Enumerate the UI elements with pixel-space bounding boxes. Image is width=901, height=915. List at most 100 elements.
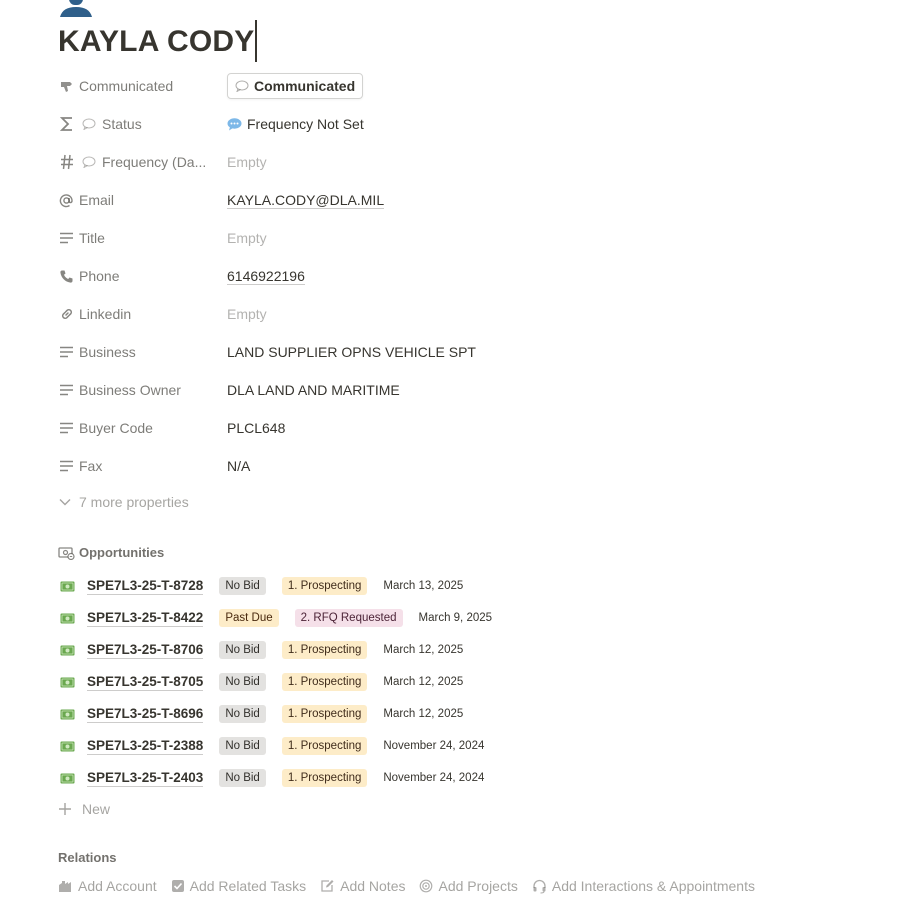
opportunities-heading[interactable]: Opportunities bbox=[58, 545, 164, 560]
headset-icon bbox=[532, 879, 547, 894]
property-name[interactable]: Email bbox=[58, 192, 227, 209]
property-name[interactable]: Phone bbox=[58, 268, 227, 285]
page-title[interactable]: KAYLA CODY bbox=[58, 20, 257, 62]
add-account-label: Add Account bbox=[78, 878, 157, 894]
opportunity-row: SPE7L3-25-T-2388 No Bid 1. Prospecting Nove… bbox=[60, 734, 484, 758]
opportunity-date: November 24, 2024 bbox=[383, 772, 485, 784]
property-value[interactable]: 6146922196 bbox=[227, 268, 305, 285]
property-name[interactable]: Title bbox=[58, 230, 227, 247]
opportunity-date: March 12, 2025 bbox=[383, 644, 464, 656]
stage-tag: 1. Prospecting bbox=[281, 737, 368, 755]
property-communicated: Communicated Communicated bbox=[58, 71, 858, 101]
bid-status-tag: No Bid bbox=[219, 641, 266, 659]
property-value[interactable]: DLA LAND AND MARITIME bbox=[227, 382, 400, 398]
opportunity-row: SPE7L3-25-T-8422 Past Due 2. RFQ Requested… bbox=[60, 606, 492, 630]
property-value[interactable]: N/A bbox=[227, 458, 250, 474]
property-label: Frequency (Da... bbox=[102, 154, 207, 170]
property-name[interactable]: Frequency (Da... bbox=[58, 154, 227, 171]
property-name[interactable]: Fax bbox=[58, 458, 227, 475]
business-owner-value: DLA LAND AND MARITIME bbox=[227, 382, 400, 398]
add-related-tasks-button[interactable]: Add Related Tasks bbox=[171, 878, 306, 894]
stage-tag: 1. Prospecting bbox=[281, 673, 368, 691]
communicated-button[interactable]: Communicated bbox=[227, 73, 364, 99]
number-hash-icon bbox=[58, 154, 75, 171]
empty-value: Empty bbox=[227, 154, 267, 170]
add-related-tasks-label: Add Related Tasks bbox=[189, 878, 307, 894]
money-relation-icon bbox=[58, 546, 75, 560]
property-value[interactable]: Empty bbox=[227, 230, 267, 246]
property-name[interactable]: Status bbox=[58, 116, 227, 133]
add-interactions-button[interactable]: Add Interactions & Appointments bbox=[532, 878, 755, 894]
plus-icon bbox=[58, 802, 72, 816]
comment-bubble-icon bbox=[81, 116, 97, 132]
opportunity-name-link[interactable]: SPE7L3-25-T-2388 bbox=[87, 738, 204, 755]
opportunity-date: March 13, 2025 bbox=[383, 580, 464, 592]
opportunity-row: SPE7L3-25-T-8696 No Bid 1. Prospecting Marc… bbox=[60, 702, 463, 726]
opportunity-date: March 12, 2025 bbox=[383, 708, 464, 720]
formula-sigma-icon bbox=[58, 116, 75, 133]
phone-icon bbox=[58, 268, 75, 285]
opportunity-name-link[interactable]: SPE7L3-25-T-8706 bbox=[87, 642, 204, 659]
opportunities-heading-label: Opportunities bbox=[79, 545, 165, 560]
comment-bubble-icon bbox=[81, 154, 97, 170]
empty-value: Empty bbox=[227, 230, 267, 246]
opportunity-row: SPE7L3-25-T-8728 No Bid 1. Prospecting Marc… bbox=[60, 574, 463, 598]
stage-tag: 1. Prospecting bbox=[281, 577, 368, 595]
property-name[interactable]: Business Owner bbox=[58, 382, 227, 399]
stage-tag: 1. Prospecting bbox=[281, 705, 368, 723]
opportunity-name-link[interactable]: SPE7L3-25-T-8705 bbox=[87, 674, 204, 691]
property-name[interactable]: Business bbox=[58, 344, 227, 361]
money-bill-icon bbox=[60, 709, 75, 720]
communicated-button-label: Communicated bbox=[254, 78, 356, 94]
add-projects-button[interactable]: Add Projects bbox=[419, 878, 518, 894]
relations-actions: Add Account Add Related Tasks Add Notes … bbox=[58, 878, 769, 894]
bid-status-tag: No Bid bbox=[219, 673, 266, 691]
opportunity-name-link[interactable]: SPE7L3-25-T-8728 bbox=[87, 578, 204, 595]
status-value: Frequency Not Set bbox=[247, 116, 364, 132]
property-name[interactable]: Linkedin bbox=[58, 306, 227, 323]
property-value[interactable]: LAND SUPPLIER OPNS VEHICLE SPT bbox=[227, 344, 476, 360]
property-value[interactable]: PLCL648 bbox=[227, 420, 285, 436]
property-value[interactable]: Empty bbox=[227, 306, 267, 322]
relations-heading-label: Relations bbox=[58, 850, 117, 865]
opportunity-date: March 9, 2025 bbox=[418, 612, 493, 624]
property-business: Business LAND SUPPLIER OPNS VEHICLE SPT bbox=[58, 337, 858, 367]
property-name[interactable]: Buyer Code bbox=[58, 420, 227, 437]
chevron-down-icon bbox=[58, 497, 72, 507]
phone-link[interactable]: 6146922196 bbox=[227, 268, 305, 285]
text-lines-icon bbox=[58, 344, 75, 361]
money-bill-icon bbox=[60, 677, 75, 688]
text-lines-icon bbox=[58, 382, 75, 399]
money-bill-icon bbox=[60, 581, 75, 592]
target-icon bbox=[419, 879, 433, 893]
bid-status-tag: Past Due bbox=[219, 609, 279, 627]
more-properties-toggle[interactable]: 7 more properties bbox=[58, 494, 189, 510]
property-label: Buyer Code bbox=[79, 420, 153, 436]
person-avatar-icon[interactable] bbox=[58, 0, 94, 18]
property-label: Phone bbox=[79, 268, 120, 284]
property-value[interactable]: KAYLA.CODY@DLA.MIL bbox=[227, 192, 385, 209]
fax-value: N/A bbox=[227, 458, 251, 474]
opportunity-name-link[interactable]: SPE7L3-25-T-8696 bbox=[87, 706, 204, 723]
property-linkedin: Linkedin Empty bbox=[58, 299, 858, 329]
add-account-button[interactable]: Add Account bbox=[58, 878, 157, 894]
link-chain-icon bbox=[58, 306, 75, 323]
new-opportunity-button[interactable]: New bbox=[58, 801, 110, 817]
add-projects-label: Add Projects bbox=[438, 878, 518, 894]
opportunity-date: November 24, 2024 bbox=[383, 740, 485, 752]
speech-balloon-icon bbox=[227, 117, 242, 131]
money-bill-icon bbox=[60, 773, 75, 784]
opportunity-name-link[interactable]: SPE7L3-25-T-8422 bbox=[87, 610, 204, 627]
add-notes-label: Add Notes bbox=[340, 878, 406, 894]
property-label: Business Owner bbox=[79, 382, 181, 398]
record-page: KAYLA CODY Communicated Communicated Sta… bbox=[0, 0, 901, 915]
opportunity-name-link[interactable]: SPE7L3-25-T-2403 bbox=[87, 770, 204, 787]
property-label: Communicated bbox=[79, 78, 174, 94]
email-link[interactable]: KAYLA.CODY@DLA.MIL bbox=[227, 192, 385, 209]
property-name[interactable]: Communicated bbox=[58, 78, 227, 95]
add-notes-button[interactable]: Add Notes bbox=[320, 878, 405, 894]
property-value[interactable]: Frequency Not Set bbox=[227, 116, 364, 132]
checkbox-icon bbox=[171, 879, 185, 893]
property-label: Status bbox=[102, 116, 142, 132]
property-value[interactable]: Empty bbox=[227, 154, 267, 170]
